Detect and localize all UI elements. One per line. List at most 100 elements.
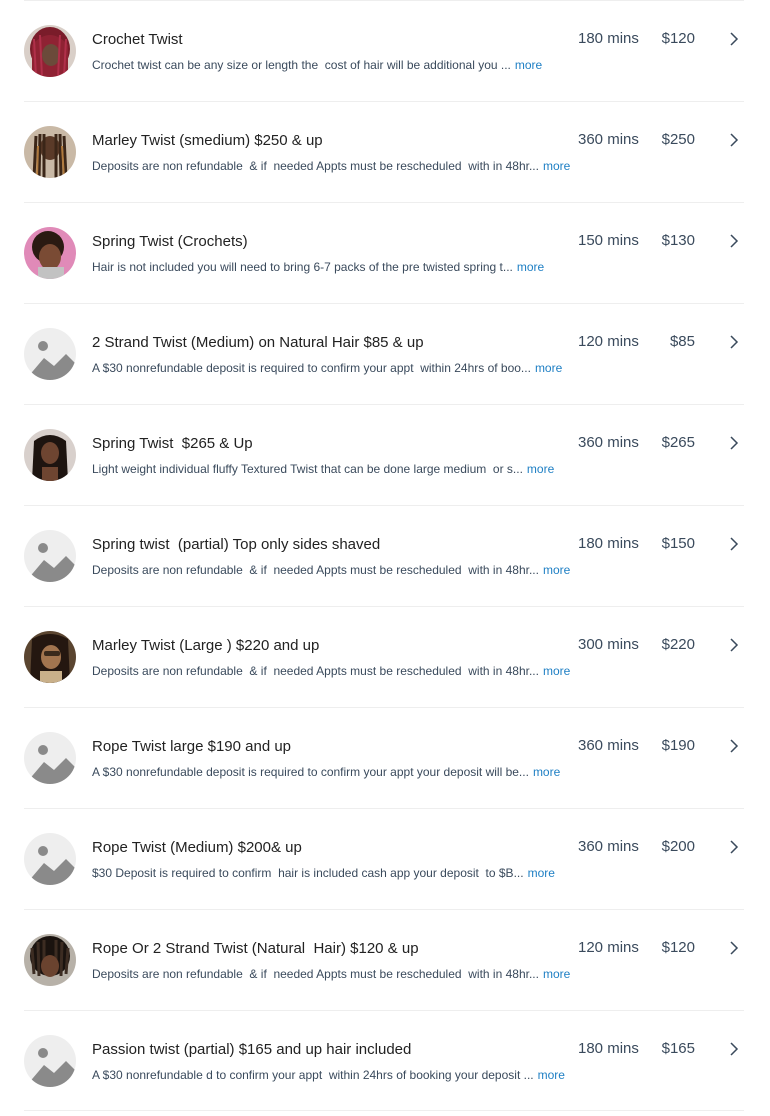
service-price: $165 <box>661 1040 695 1057</box>
chevron-right-icon[interactable] <box>728 940 740 956</box>
service-duration: 150 mins <box>578 232 639 249</box>
service-description: Light weight individual fluffy Textured … <box>92 462 554 476</box>
service-description-text: A $30 nonrefundable deposit is required … <box>92 361 531 375</box>
service-photo <box>24 126 76 178</box>
more-link[interactable]: more <box>543 563 570 577</box>
service-description-text: $30 Deposit is required to confirm hair … <box>92 866 524 880</box>
service-description: Crochet twist can be any size or length … <box>92 58 542 72</box>
more-link[interactable]: more <box>543 159 570 173</box>
service-duration: 180 mins <box>578 535 639 552</box>
service-duration: 120 mins <box>578 333 639 350</box>
service-title: 2 Strand Twist (Medium) on Natural Hair … <box>92 334 424 351</box>
more-link[interactable]: more <box>515 58 542 72</box>
service-description-text: Light weight individual fluffy Textured … <box>92 462 523 476</box>
service-description: $30 Deposit is required to confirm hair … <box>92 866 555 880</box>
service-description: Hair is not included you will need to br… <box>92 260 544 274</box>
service-duration: 360 mins <box>578 838 639 855</box>
service-title: Spring twist (partial) Top only sides sh… <box>92 536 381 553</box>
image-placeholder-icon <box>24 530 76 582</box>
service-title: Marley Twist (smedium) $250 & up <box>92 132 323 149</box>
service-title: Passion twist (partial) $165 and up hair… <box>92 1041 412 1058</box>
service-list: Crochet Twist Crochet twist can be any si… <box>0 0 770 1111</box>
service-description-text: A $30 nonrefundable d to confirm your ap… <box>92 1068 534 1082</box>
service-description: A $30 nonrefundable deposit is required … <box>92 361 562 375</box>
service-title: Rope Twist (Medium) $200& up <box>92 839 302 856</box>
service-row[interactable]: Spring twist (partial) Top only sides sh… <box>24 505 744 606</box>
chevron-right-icon[interactable] <box>728 536 740 552</box>
more-link[interactable]: more <box>517 260 544 274</box>
service-price: $150 <box>661 535 695 552</box>
service-description: Deposits are non refundable & if needed … <box>92 563 570 577</box>
service-title: Crochet Twist <box>92 31 183 48</box>
more-link[interactable]: more <box>528 866 555 880</box>
service-description: Deposits are non refundable & if needed … <box>92 967 570 981</box>
service-price: $85 <box>669 333 695 350</box>
service-description: A $30 nonrefundable deposit is required … <box>92 765 560 779</box>
service-photo <box>24 25 76 77</box>
service-description: Deposits are non refundable & if needed … <box>92 159 570 173</box>
service-row[interactable]: Marley Twist (Large ) $220 and up Deposit… <box>24 606 744 707</box>
service-description-text: Deposits are non refundable & if needed … <box>92 563 539 577</box>
service-description-text: Deposits are non refundable & if needed … <box>92 664 539 678</box>
service-photo <box>24 631 76 683</box>
more-link[interactable]: more <box>543 664 570 678</box>
service-row[interactable]: Rope Twist (Medium) $200& up $30 Deposit … <box>24 808 744 909</box>
service-price: $250 <box>661 131 695 148</box>
service-duration: 300 mins <box>578 636 639 653</box>
chevron-right-icon[interactable] <box>728 334 740 350</box>
service-title: Marley Twist (Large ) $220 and up <box>92 637 320 654</box>
service-price: $265 <box>661 434 695 451</box>
chevron-right-icon[interactable] <box>728 1041 740 1057</box>
image-placeholder-icon <box>24 833 76 885</box>
service-description-text: Deposits are non refundable & if needed … <box>92 967 539 981</box>
service-row[interactable]: Spring Twist (Crochets) Hair is not inclu… <box>24 202 744 303</box>
chevron-right-icon[interactable] <box>728 637 740 653</box>
more-link[interactable]: more <box>543 967 570 981</box>
service-row[interactable]: Passion twist (partial) $165 and up hair… <box>24 1010 744 1111</box>
service-duration: 360 mins <box>578 737 639 754</box>
service-price: $130 <box>661 232 695 249</box>
chevron-right-icon[interactable] <box>728 132 740 148</box>
service-photo <box>24 934 76 986</box>
more-link[interactable]: more <box>535 361 562 375</box>
service-title: Spring Twist $265 & Up <box>92 435 253 452</box>
service-photo <box>24 429 76 481</box>
chevron-right-icon[interactable] <box>728 738 740 754</box>
service-price: $120 <box>661 939 695 956</box>
service-title: Rope Or 2 Strand Twist (Natural Hair) $1… <box>92 940 419 957</box>
service-row[interactable]: Rope Twist large $190 and up A $30 nonref… <box>24 707 744 808</box>
service-row[interactable]: Crochet Twist Crochet twist can be any si… <box>24 0 744 101</box>
service-price: $120 <box>661 30 695 47</box>
service-description: Deposits are non refundable & if needed … <box>92 664 570 678</box>
service-row[interactable]: Spring Twist $265 & Up Light weight indiv… <box>24 404 744 505</box>
service-row[interactable]: 2 Strand Twist (Medium) on Natural Hair … <box>24 303 744 404</box>
service-description-text: A $30 nonrefundable deposit is required … <box>92 765 529 779</box>
more-link[interactable]: more <box>533 765 560 779</box>
service-photo <box>24 227 76 279</box>
service-duration: 120 mins <box>578 939 639 956</box>
service-description-text: Crochet twist can be any size or length … <box>92 58 511 72</box>
service-price: $200 <box>661 838 695 855</box>
service-price: $220 <box>661 636 695 653</box>
service-duration: 180 mins <box>578 30 639 47</box>
service-title: Spring Twist (Crochets) <box>92 233 248 250</box>
more-link[interactable]: more <box>538 1068 565 1082</box>
service-duration: 180 mins <box>578 1040 639 1057</box>
service-description: A $30 nonrefundable d to confirm your ap… <box>92 1068 565 1082</box>
service-row[interactable]: Rope Or 2 Strand Twist (Natural Hair) $1… <box>24 909 744 1010</box>
service-price: $190 <box>661 737 695 754</box>
chevron-right-icon[interactable] <box>728 31 740 47</box>
image-placeholder-icon <box>24 732 76 784</box>
service-duration: 360 mins <box>578 131 639 148</box>
service-title: Rope Twist large $190 and up <box>92 738 292 755</box>
service-row[interactable]: Marley Twist (smedium) $250 & up Deposits… <box>24 101 744 202</box>
chevron-right-icon[interactable] <box>728 233 740 249</box>
image-placeholder-icon <box>24 328 76 380</box>
service-description-text: Hair is not included you will need to br… <box>92 260 513 274</box>
image-placeholder-icon <box>24 1035 76 1087</box>
chevron-right-icon[interactable] <box>728 839 740 855</box>
more-link[interactable]: more <box>527 462 554 476</box>
chevron-right-icon[interactable] <box>728 435 740 451</box>
service-duration: 360 mins <box>578 434 639 451</box>
service-description-text: Deposits are non refundable & if needed … <box>92 159 539 173</box>
